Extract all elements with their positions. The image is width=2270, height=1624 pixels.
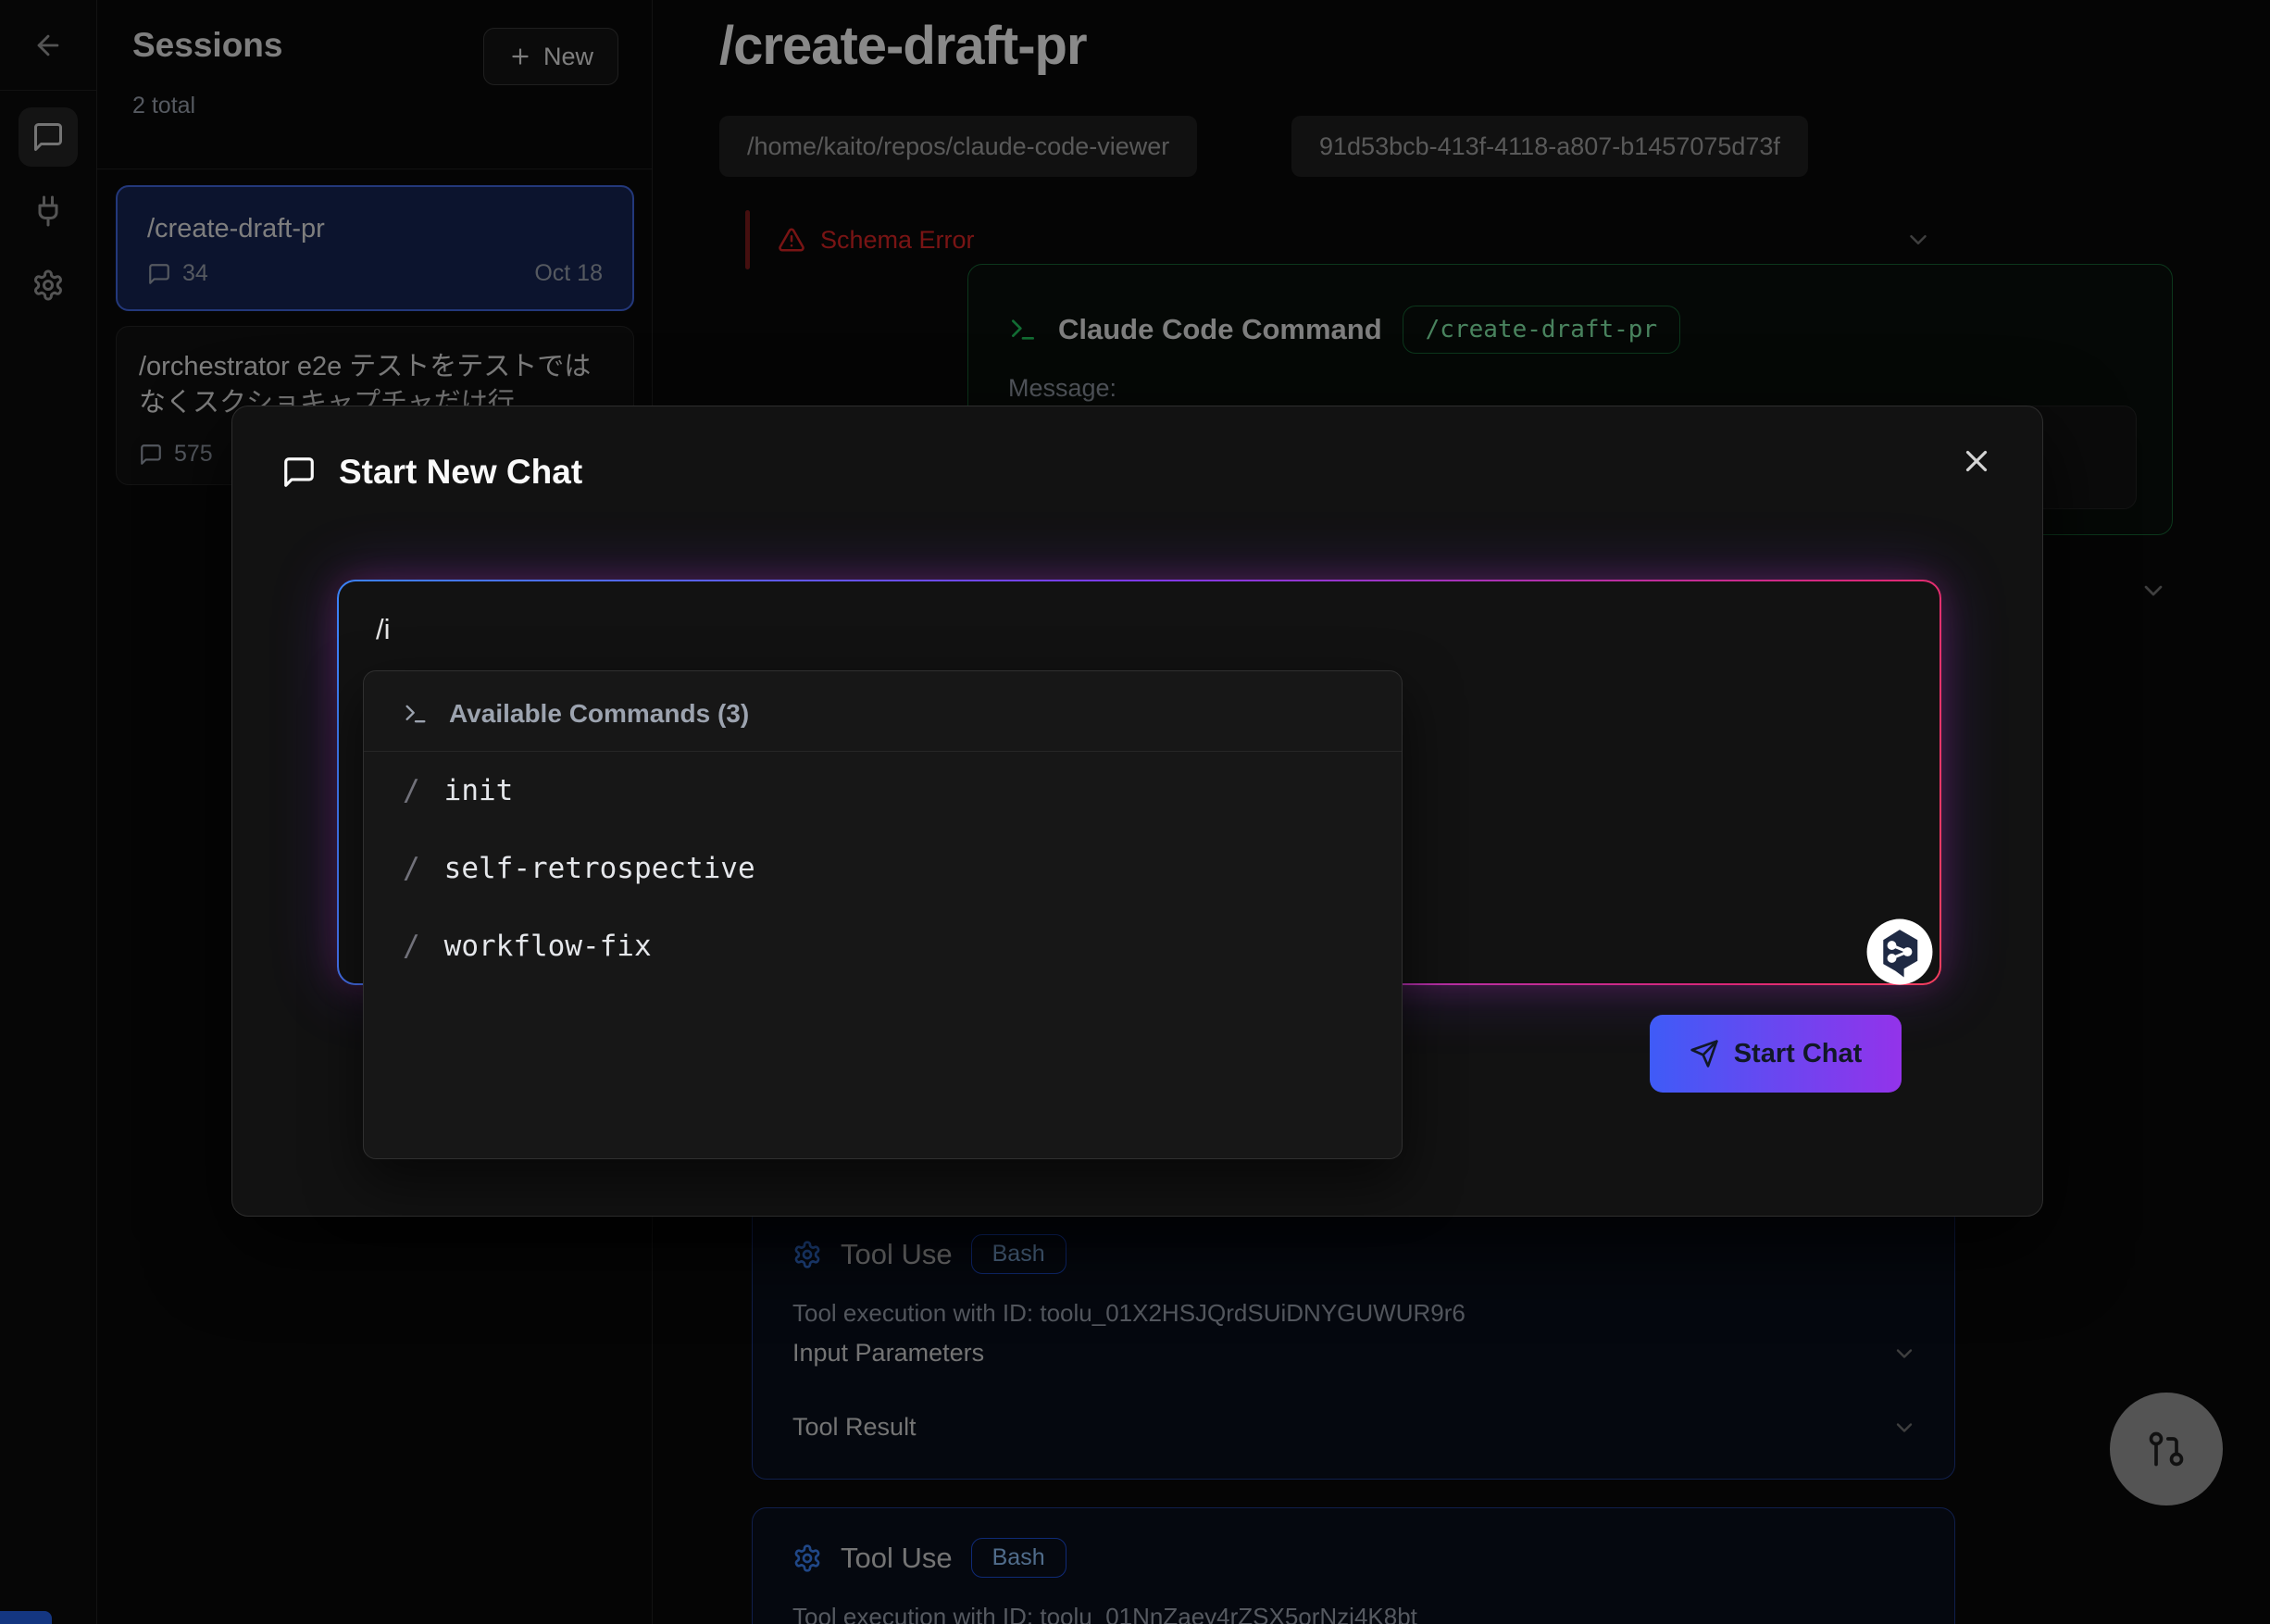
chat-bubble-icon [281,455,317,490]
start-new-chat-modal: Start New Chat /i [231,406,2043,1217]
command-prefix: / [403,852,420,885]
command-name: self-retrospective [444,852,755,885]
app-root: Sessions New 2 total /create-draft-pr 34… [0,0,2270,1624]
close-icon[interactable] [1959,443,1994,479]
send-icon [1690,1039,1719,1068]
command-prefix: / [403,774,420,807]
autocomplete-header: Available Commands (3) [449,699,749,729]
command-item-self-retrospective[interactable]: / self-retrospective [364,830,1402,907]
modal-title: Start New Chat [339,453,582,492]
command-prefix: / [403,930,420,963]
start-chat-label: Start Chat [1734,1039,1863,1069]
terminal-icon [403,701,429,727]
command-name: workflow-fix [444,930,652,963]
command-item-init[interactable]: / init [364,752,1402,830]
start-chat-button[interactable]: Start Chat [1650,1015,1902,1093]
command-item-workflow-fix[interactable]: / workflow-fix [364,907,1402,985]
hexagon-chat-logo-icon[interactable] [1865,918,1934,986]
command-autocomplete: Available Commands (3) / init / self-ret… [363,670,1403,1159]
command-name: init [444,774,514,807]
